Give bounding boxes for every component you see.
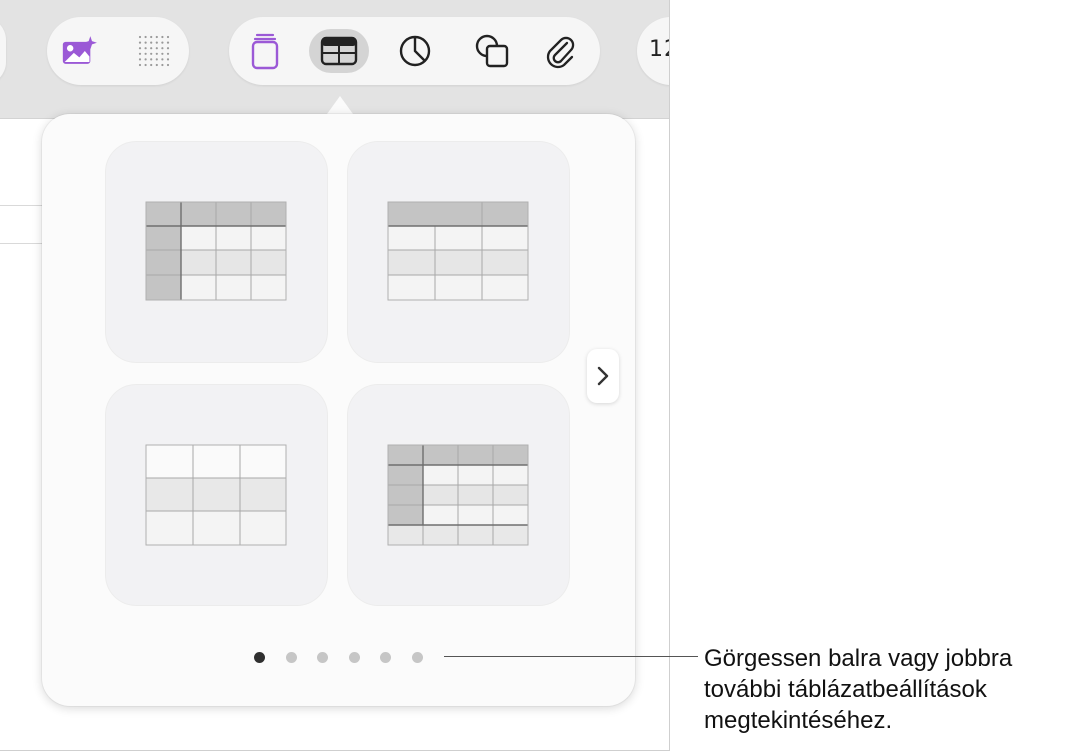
callout-text: Görgessen balra vagy jobbra további tábl…	[704, 643, 1089, 736]
paperclip-icon	[546, 36, 575, 69]
grid-button[interactable]	[132, 29, 176, 73]
table-style-preview	[387, 444, 529, 546]
media-button[interactable]	[61, 29, 105, 73]
page-dot[interactable]	[254, 652, 265, 663]
chevron-right-icon	[597, 366, 609, 386]
callout-leader-line	[444, 656, 698, 657]
table-button[interactable]	[309, 29, 369, 73]
page-dot[interactable]	[411, 652, 423, 663]
table-style-tile[interactable]	[348, 385, 569, 605]
app-screen: 12	[0, 0, 670, 751]
attachment-button[interactable]	[538, 29, 582, 73]
pie-chart-icon	[399, 35, 431, 67]
table-style-preview	[145, 201, 287, 301]
callout-line-2: további táblázatbeállítások	[704, 676, 987, 703]
text-pill: 12	[637, 17, 669, 85]
page-dot[interactable]	[348, 652, 360, 663]
table-style-preview	[145, 444, 287, 546]
document-divider	[0, 243, 42, 244]
dot-grid-icon	[138, 35, 170, 67]
callout-line-1: Görgessen balra vagy jobbra	[704, 645, 1013, 672]
table-style-tile[interactable]	[106, 142, 327, 362]
shape-icon	[475, 34, 509, 68]
popover-arrow	[327, 96, 353, 114]
table-style-preview	[387, 201, 529, 301]
text-box-icon	[251, 33, 279, 70]
page-dot[interactable]	[317, 652, 328, 663]
table-icon	[320, 36, 358, 66]
pages-number-label[interactable]: 12	[649, 37, 669, 62]
page-dot[interactable]	[285, 652, 297, 663]
table-style-popover	[42, 114, 635, 706]
document-divider	[0, 205, 42, 206]
chart-button[interactable]	[393, 29, 437, 73]
table-style-tile[interactable]	[348, 142, 569, 362]
left-edge-pill	[0, 17, 6, 85]
page-dot[interactable]	[380, 652, 391, 663]
image-sparkle-icon	[62, 36, 97, 64]
next-page-button[interactable]	[587, 349, 619, 403]
insert-pill	[229, 17, 600, 85]
media-pill	[47, 17, 189, 85]
callout-line-3: megtekintéséhez.	[704, 707, 893, 734]
table-style-tile[interactable]	[106, 385, 327, 605]
text-box-button[interactable]	[243, 29, 287, 73]
shape-button[interactable]	[470, 29, 514, 73]
